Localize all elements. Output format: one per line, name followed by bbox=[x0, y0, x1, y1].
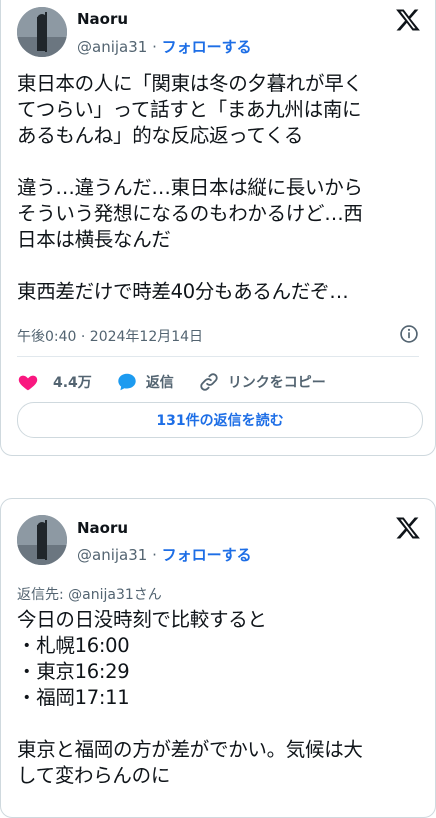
follow-button[interactable]: フォローする bbox=[162, 38, 252, 56]
reply-button[interactable]: 返信 bbox=[116, 371, 174, 393]
separator: · bbox=[152, 546, 157, 564]
reply-to-label[interactable]: 返信先: @anija31さん bbox=[17, 584, 162, 604]
separator: · bbox=[152, 38, 157, 56]
tweet-body: 今日の日没時刻で比較すると ・札幌16:00 ・東京16:29 ・福岡17:11… bbox=[17, 608, 363, 787]
x-logo-icon[interactable] bbox=[395, 515, 421, 541]
avatar[interactable] bbox=[17, 515, 67, 565]
divider bbox=[17, 356, 419, 357]
reply-bubble-icon bbox=[118, 373, 136, 391]
tweet-body: 東日本の人に「関東は冬の夕暮れが早く てつらい」って話すと「まあ九州は南に ある… bbox=[17, 72, 363, 303]
tweet-card-1: Naoru @anija31 · フォローする 東日本の人に「関東は冬の夕暮れが… bbox=[0, 0, 436, 456]
like-button[interactable]: 4.4万 bbox=[17, 371, 92, 393]
copy-link-button[interactable]: リンクをコピー bbox=[198, 371, 326, 393]
info-icon[interactable] bbox=[399, 324, 419, 344]
follow-button[interactable]: フォローする bbox=[162, 546, 252, 564]
author-name[interactable]: Naoru bbox=[77, 10, 128, 28]
x-logo-icon[interactable] bbox=[395, 7, 421, 33]
reply-label: 返信 bbox=[145, 375, 174, 391]
handle-row: @anija31 · フォローする bbox=[77, 36, 252, 57]
handle-row: @anija31 · フォローする bbox=[77, 544, 252, 565]
link-icon bbox=[200, 373, 218, 391]
author-handle[interactable]: @anija31 bbox=[77, 38, 147, 56]
read-replies-button[interactable]: 131件の返信を読む bbox=[17, 402, 423, 438]
copy-link-label: リンクをコピー bbox=[227, 375, 326, 391]
timestamp[interactable]: 午後0:40 · 2024年12月14日 bbox=[17, 326, 203, 346]
author-handle[interactable]: @anija31 bbox=[77, 546, 147, 564]
tweet-card-2: Naoru @anija31 · フォローする 返信先: @anija31さん … bbox=[0, 498, 436, 818]
heart-icon bbox=[18, 375, 38, 391]
action-bar: 4.4万 返信 リンクをコピー bbox=[17, 369, 350, 395]
likes-count: 4.4万 bbox=[53, 375, 92, 391]
avatar[interactable] bbox=[17, 7, 67, 57]
author-name[interactable]: Naoru bbox=[77, 519, 128, 537]
